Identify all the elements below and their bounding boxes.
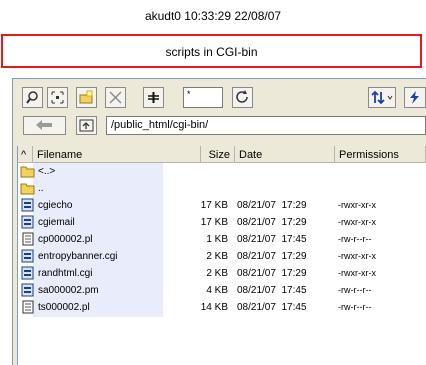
column-header-date[interactable]: Date — [235, 146, 335, 163]
text-file-icon — [20, 232, 34, 246]
plus-icon — [148, 92, 159, 103]
file-size: 2 KB — [206, 251, 228, 262]
column-header-filename[interactable]: Filename — [33, 146, 201, 163]
file-size: 4 KB — [206, 285, 228, 296]
file-size: 2 KB — [206, 268, 228, 279]
column-header-permissions[interactable]: Permissions — [335, 146, 426, 163]
file-name: <..> — [38, 166, 56, 177]
file-permissions: -rwxr-xr-x — [338, 268, 376, 278]
select-all-icon — [51, 91, 64, 104]
delete-icon — [109, 91, 122, 104]
file-name: randhtml.cgi — [38, 268, 93, 279]
sort-icon — [371, 90, 393, 105]
file-row[interactable]: ts000002.pl 14 KB 08/21/07 17:45 -rw-r--r-- — [18, 300, 426, 316]
file-size: 1 KB — [206, 234, 228, 245]
file-row[interactable]: entropybanner.cgi 2 KB 08/21/07 17:29 -rwxr… — [18, 249, 426, 265]
file-name: sa000002.pm — [38, 285, 99, 296]
refresh-icon — [236, 90, 248, 103]
path-field[interactable]: /public_html/cgi-bin/ — [106, 116, 426, 135]
folder-icon — [20, 164, 35, 178]
new-folder-icon — [79, 90, 93, 104]
back-button[interactable] — [23, 116, 66, 135]
file-name: cgiemail — [38, 217, 75, 228]
banner-box: scripts in CGI-bin — [1, 34, 422, 68]
column-header-up[interactable]: ^ — [18, 146, 33, 163]
file-permissions: -rwxr-xr-x — [338, 217, 376, 227]
file-name: cgiecho — [38, 200, 73, 211]
new-folder-button[interactable] — [76, 87, 97, 108]
file-icon — [20, 198, 34, 212]
file-name: .. — [38, 183, 44, 194]
file-row[interactable]: sa000002.pm 4 KB 08/21/07 17:45 -rw-r--r-- — [18, 283, 426, 299]
file-row[interactable]: cp000002.pl 1 KB 08/21/07 17:45 -rw-r--r-- — [18, 232, 426, 248]
find-button[interactable] — [22, 87, 43, 108]
refresh-button[interactable] — [232, 87, 253, 108]
file-row[interactable]: cgiecho 17 KB 08/21/07 17:29 -rwxr-xr-x — [18, 198, 426, 214]
file-permissions: -rwxr-xr-x — [338, 200, 376, 210]
file-icon — [20, 266, 34, 280]
back-arrow-icon — [36, 120, 52, 130]
file-row[interactable]: randhtml.cgi 2 KB 08/21/07 17:29 -rwxr-xr-x — [18, 266, 426, 282]
filter-input[interactable]: * — [183, 87, 223, 108]
file-permissions: -rw-r--r-- — [338, 234, 372, 244]
file-permissions: -rwxr-xr-x — [338, 251, 376, 261]
find-icon — [26, 91, 38, 104]
banner-text: scripts in CGI-bin — [165, 45, 258, 59]
file-name: cp000002.pl — [38, 234, 93, 245]
file-date: 08/21/07 17:45 — [237, 234, 307, 245]
parent-dir-button[interactable] — [76, 116, 97, 135]
file-icon — [20, 283, 34, 297]
select-all-button[interactable] — [47, 87, 68, 108]
file-name: ts000002.pl — [38, 302, 90, 313]
sort-button[interactable] — [368, 87, 396, 108]
file-permissions: -rw-r--r-- — [338, 302, 372, 312]
file-permissions: -rw-r--r-- — [338, 285, 372, 295]
file-row[interactable]: .. — [18, 181, 426, 197]
file-date: 08/21/07 17:29 — [237, 251, 307, 262]
file-name: entropybanner.cgi — [38, 251, 118, 262]
folder-icon — [20, 181, 35, 195]
file-size: 17 KB — [200, 200, 228, 211]
column-header-size[interactable]: Size — [201, 146, 235, 163]
add-filter-button[interactable] — [143, 87, 164, 108]
file-row[interactable]: cgiemail 17 KB 08/21/07 17:29 -rwxr-xr-x — [18, 215, 426, 231]
file-row[interactable]: <..> — [18, 164, 426, 180]
lightning-icon — [410, 91, 419, 104]
file-size: 17 KB — [200, 217, 228, 228]
delete-button[interactable] — [105, 87, 126, 108]
file-icon — [20, 249, 34, 263]
file-date: 08/21/07 17:45 — [237, 285, 307, 296]
top-status-text: akudt0 10:33:29 22/08/07 — [144, 9, 282, 23]
file-date: 08/21/07 17:45 — [237, 302, 307, 313]
file-date: 08/21/07 17:29 — [237, 268, 307, 279]
file-date: 08/21/07 17:29 — [237, 217, 307, 228]
quick-connect-button[interactable] — [404, 87, 426, 108]
file-size: 14 KB — [200, 302, 228, 313]
parent-dir-icon — [79, 119, 94, 132]
file-date: 08/21/07 17:29 — [237, 200, 307, 211]
text-file-icon — [20, 300, 34, 314]
file-icon — [20, 215, 34, 229]
